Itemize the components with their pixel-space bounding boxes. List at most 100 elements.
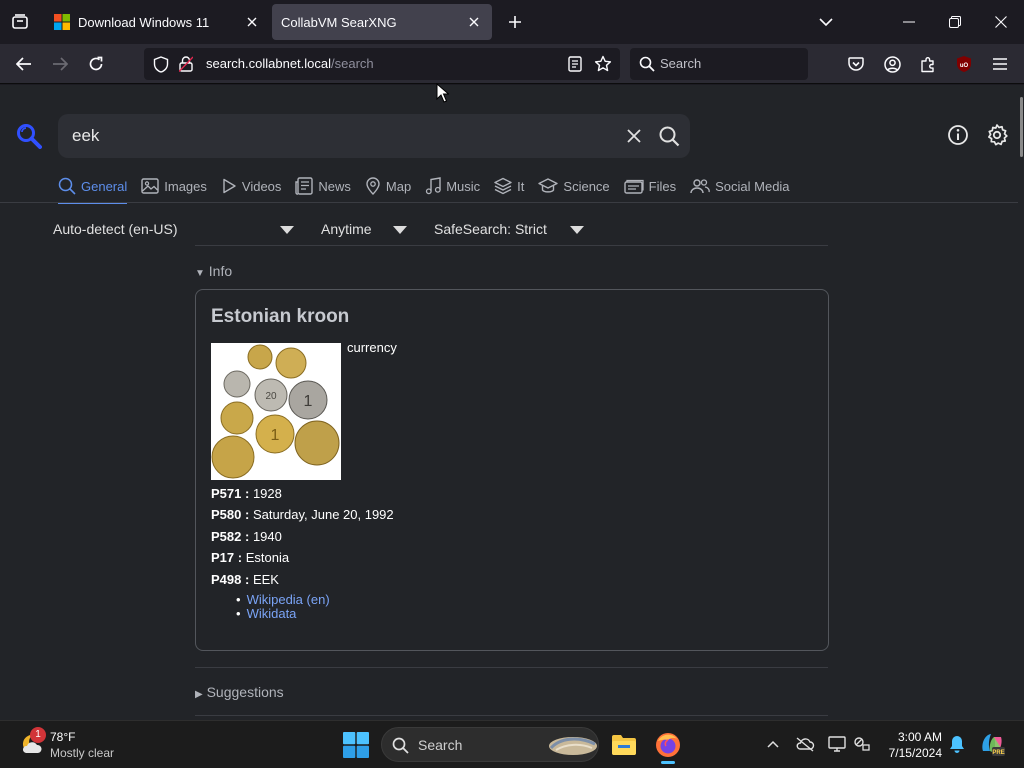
reader-view-icon[interactable] <box>568 56 582 72</box>
reload-button[interactable] <box>82 50 110 78</box>
category-news[interactable]: News <box>295 173 351 199</box>
taskbar-clock[interactable]: 3:00 AM 7/15/2024 <box>874 729 942 761</box>
search-submit-icon[interactable] <box>658 125 680 147</box>
svg-text:1: 1 <box>271 427 280 444</box>
estonian-coins-image[interactable]: 20 1 1 <box>211 343 341 480</box>
svg-text:PRE: PRE <box>992 750 1004 756</box>
collapsed-triangle-icon: ▶ <box>195 689 203 700</box>
close-icon <box>995 16 1007 28</box>
shield-icon[interactable] <box>153 56 169 73</box>
play-icon <box>223 178 236 194</box>
category-general[interactable]: General <box>58 173 128 204</box>
search-form: eek <box>58 114 690 158</box>
chevron-down-icon <box>819 18 833 27</box>
time-range-value: Anytime <box>321 221 372 237</box>
bookmark-star-icon[interactable] <box>594 55 612 73</box>
app-menu-button[interactable] <box>986 50 1014 78</box>
network-tray-button[interactable] <box>851 733 873 755</box>
account-button[interactable] <box>878 50 906 78</box>
safesearch-select[interactable]: SafeSearch: Strict <box>434 221 547 237</box>
files-icon <box>623 179 644 194</box>
pocket-button[interactable] <box>842 50 870 78</box>
tab-close-button[interactable] <box>462 10 486 34</box>
category-label: It <box>517 178 525 194</box>
account-icon <box>883 55 901 73</box>
close-window-button[interactable] <box>978 0 1024 44</box>
scrollbar-thumb[interactable] <box>1020 97 1023 157</box>
tab-collabvm-searxng[interactable]: CollabVM SearXNG <box>272 4 492 40</box>
category-label: General <box>81 178 128 194</box>
category-science[interactable]: Science <box>538 173 610 199</box>
safesearch-value: SafeSearch: Strict <box>434 221 547 237</box>
browser-search-bar[interactable]: Search <box>630 48 808 80</box>
windows-start-icon[interactable] <box>343 732 369 758</box>
tab-list-button[interactable] <box>6 8 34 36</box>
category-map[interactable]: Map <box>365 173 411 199</box>
search-placeholder: Search <box>660 56 702 71</box>
safesearch-dropdown-caret-icon[interactable] <box>570 226 584 234</box>
category-videos[interactable]: Videos <box>221 173 281 199</box>
list-all-tabs-button[interactable] <box>803 0 849 44</box>
taskbar-file-explorer[interactable] <box>607 728 641 762</box>
windows-logo-icon <box>54 14 70 30</box>
close-icon <box>247 17 257 27</box>
suggestions-toggle[interactable]: ▶ Suggestions <box>195 684 284 700</box>
time-range-dropdown-caret-icon[interactable] <box>393 226 407 234</box>
music-note-icon <box>426 177 441 195</box>
about-info-icon[interactable] <box>947 124 969 146</box>
weather-widget[interactable]: 1 78°F Mostly clear <box>16 727 126 763</box>
search-icon <box>639 56 655 72</box>
attribute-value: 1940 <box>252 528 282 544</box>
wikipedia-link[interactable]: Wikipedia (en) <box>236 593 330 607</box>
pocket-icon <box>848 57 864 71</box>
attribute-label: P17 : <box>211 550 243 566</box>
language-select[interactable]: Auto-detect (en-US) <box>53 221 178 237</box>
newspaper-icon <box>295 177 314 195</box>
search-highlight-icon <box>549 737 597 755</box>
time-range-select[interactable]: Anytime <box>321 221 372 237</box>
info-toggle[interactable]: ▼ Info <box>195 263 232 279</box>
category-files[interactable]: Files <box>623 173 676 199</box>
infobox-attribute-row: P580 : Saturday, June 20, 1992 <box>211 507 394 528</box>
tab-download-windows[interactable]: Download Windows 11 <box>44 4 270 40</box>
page-scrollbar[interactable] <box>1018 85 1024 720</box>
copilot-button[interactable]: PRE <box>979 731 1005 757</box>
clock-time: 3:00 AM <box>897 730 942 744</box>
language-dropdown-caret-icon[interactable] <box>280 226 294 234</box>
address-bar[interactable]: search.collabnet.local/search <box>144 48 620 80</box>
search-input[interactable]: eek <box>72 126 99 146</box>
category-music[interactable]: Music <box>425 173 480 199</box>
restore-button[interactable] <box>932 0 978 44</box>
windows-taskbar: 1 78°F Mostly clear Search 3:00 AM 7/15/… <box>0 720 1024 768</box>
category-social-media[interactable]: Social Media <box>690 173 790 199</box>
display-tray-button[interactable] <box>826 733 848 755</box>
back-button[interactable] <box>10 50 38 78</box>
new-tab-button[interactable] <box>502 8 528 36</box>
reload-icon <box>89 56 103 71</box>
plus-icon <box>509 16 521 28</box>
forward-button[interactable] <box>46 50 74 78</box>
map-pin-icon <box>366 177 380 195</box>
category-it[interactable]: It <box>494 173 524 199</box>
ublock-origin-button[interactable]: uO <box>950 50 978 78</box>
arrow-left-icon <box>16 57 31 71</box>
attribute-label: P498 : <box>211 571 250 587</box>
category-images[interactable]: Images <box>141 173 207 199</box>
people-icon <box>690 179 710 194</box>
svg-text:1: 1 <box>304 393 313 410</box>
tab-close-button[interactable] <box>240 10 264 34</box>
lock-warning-icon[interactable] <box>179 56 193 72</box>
notifications-button[interactable] <box>946 733 968 755</box>
preferences-gear-icon[interactable] <box>985 123 1009 147</box>
attribute-value: 1928 <box>252 486 282 501</box>
searxng-logo-icon[interactable] <box>16 123 42 149</box>
extensions-button[interactable] <box>914 50 942 78</box>
searxng-page: eek General Images Videos News Map Music <box>0 85 1024 720</box>
clear-search-icon[interactable] <box>624 126 644 146</box>
show-hidden-icons-button[interactable] <box>762 733 784 755</box>
onedrive-tray-button[interactable] <box>794 733 816 755</box>
taskbar-search[interactable]: Search <box>381 727 599 762</box>
wikidata-link[interactable]: Wikidata <box>236 607 330 621</box>
taskbar-firefox[interactable] <box>651 728 685 764</box>
minimize-button[interactable] <box>886 0 932 44</box>
